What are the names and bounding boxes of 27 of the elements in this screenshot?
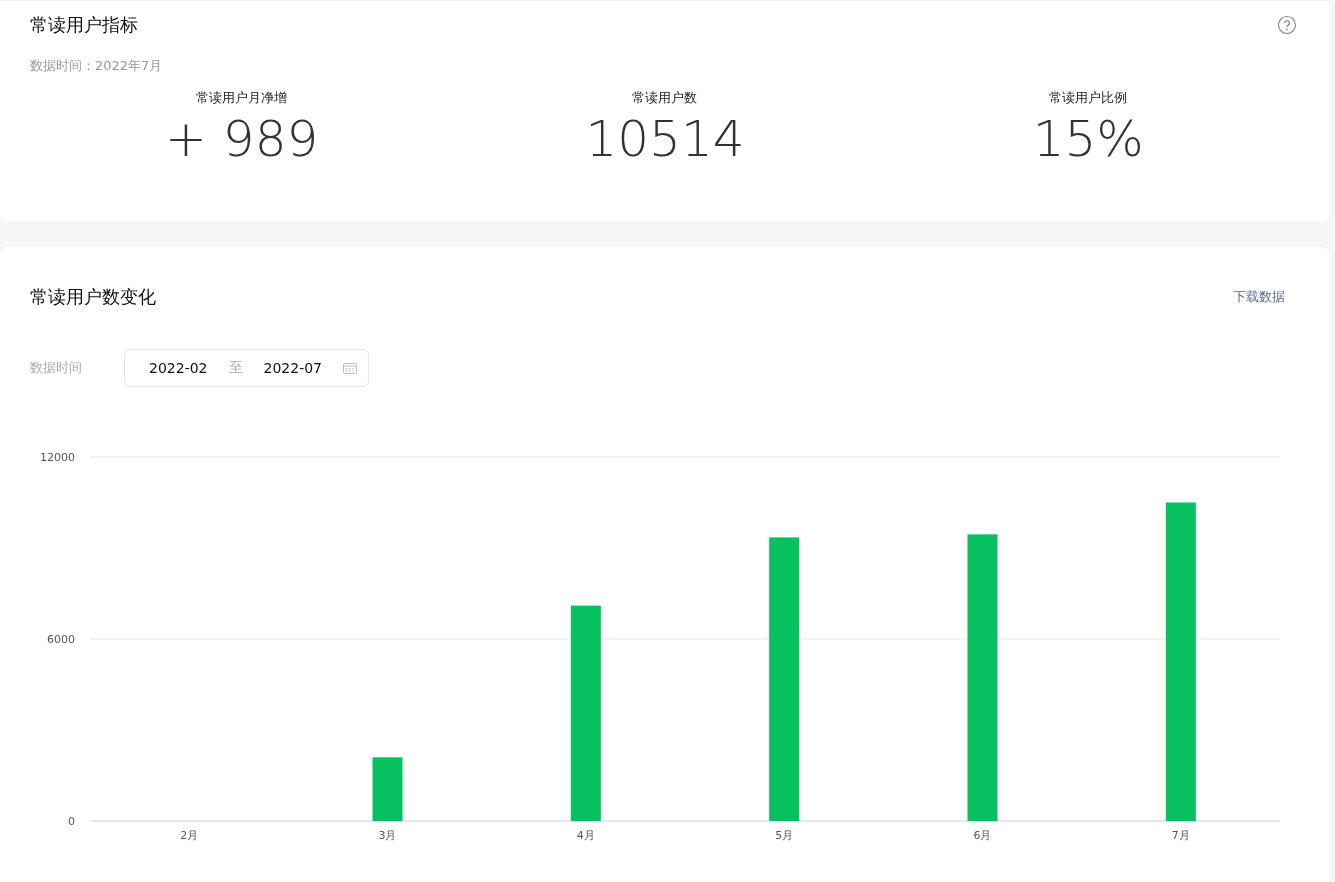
metric-label: 常读用户月净增	[196, 89, 288, 107]
help-icon[interactable]	[1277, 15, 1297, 35]
metric-label: 常读用户数	[632, 89, 698, 107]
metric-value: + 989	[165, 109, 319, 169]
x-tick-label: 5月	[775, 829, 794, 842]
section-title: 常读用户指标	[30, 13, 138, 37]
date-range-picker[interactable]: 2022-02 至 2022-07	[124, 349, 369, 387]
x-tick-label: 6月	[973, 829, 992, 842]
download-link[interactable]: 下载数据	[1233, 288, 1285, 306]
metric-value: 10514	[585, 109, 745, 169]
range-separator: 至	[228, 359, 243, 377]
x-tick-label: 7月	[1171, 829, 1190, 842]
x-tick-label: 2月	[180, 829, 199, 842]
y-tick-label: 12000	[40, 451, 75, 464]
range-end: 2022-07	[263, 360, 322, 376]
metric-value: 15%	[1032, 109, 1144, 169]
bar	[372, 757, 403, 821]
data-time: 数据时间：2022年7月	[30, 57, 164, 75]
filter-label: 数据时间	[30, 359, 83, 377]
range-start: 2022-02	[149, 360, 208, 376]
calendar-icon	[343, 362, 357, 374]
y-tick-label: 6000	[47, 633, 75, 646]
x-tick-label: 4月	[576, 829, 595, 842]
y-tick-label: 0	[68, 815, 75, 828]
metric-label: 常读用户比例	[1049, 89, 1128, 107]
x-tick-label: 3月	[378, 829, 397, 842]
section-title: 常读用户数变化	[30, 285, 156, 309]
